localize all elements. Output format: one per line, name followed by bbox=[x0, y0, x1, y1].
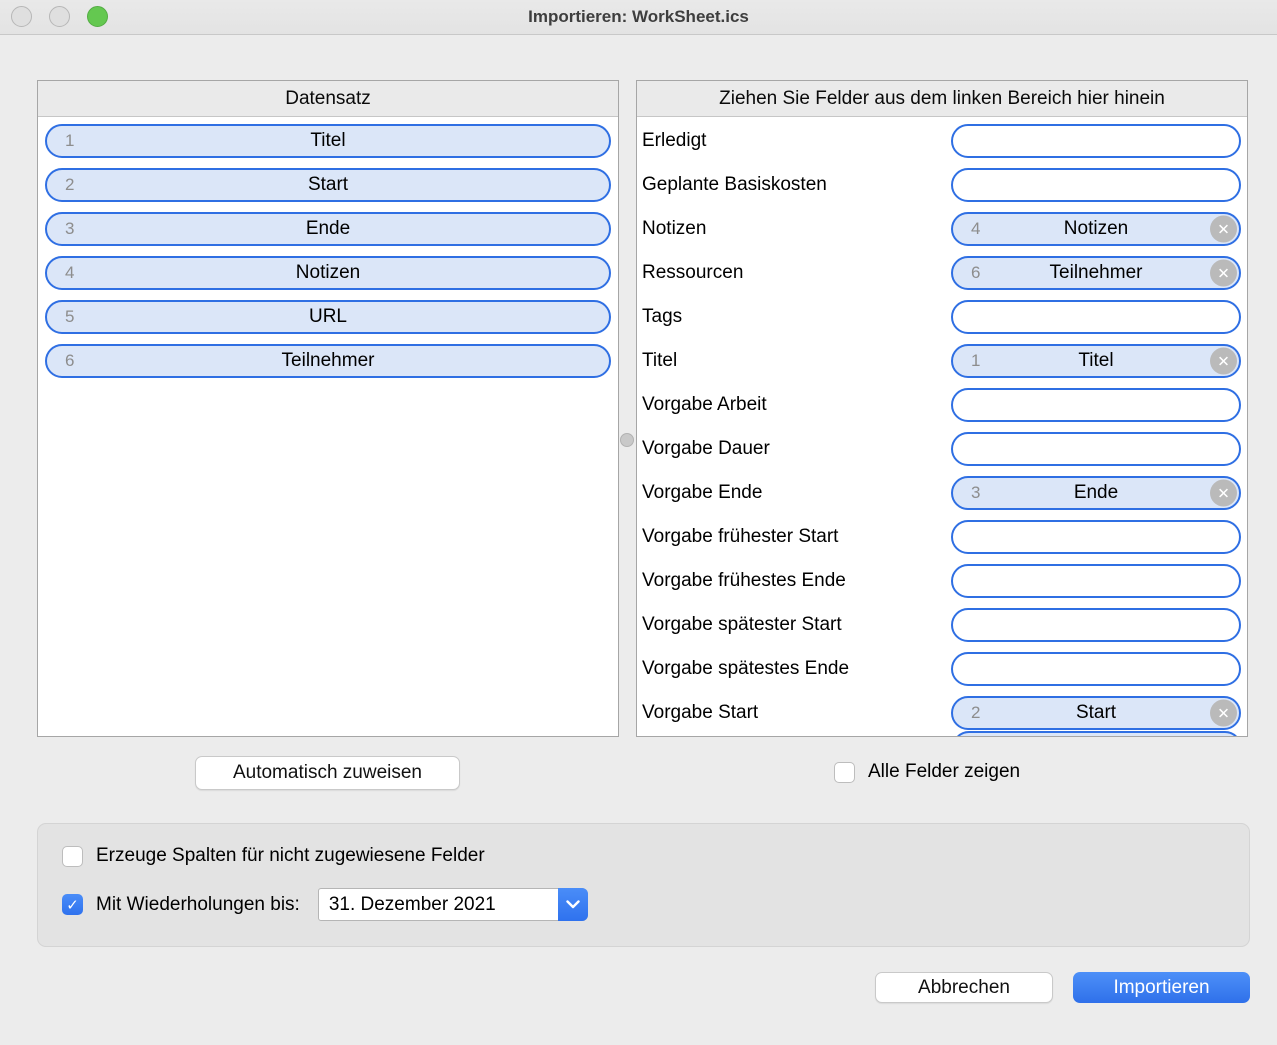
repetitions-label: Mit Wiederholungen bis: bbox=[96, 894, 300, 916]
create-columns-option: Erzeuge Spalten für nicht zugewiesene Fe… bbox=[62, 845, 485, 867]
x-icon: ✕ bbox=[1217, 264, 1230, 282]
target-panel-header: Ziehen Sie Felder aus dem linken Bereich… bbox=[637, 81, 1247, 117]
field-name: Start bbox=[47, 174, 609, 196]
field-row: Vorgabe frühestes Ende bbox=[637, 559, 1247, 603]
field-name: Notizen bbox=[953, 218, 1239, 240]
target-field-label: Vorgabe Start bbox=[642, 702, 758, 724]
field-row: Vorgabe Dauer bbox=[637, 427, 1247, 471]
assigned-field-pill[interactable]: 2 Start ✕ bbox=[951, 696, 1241, 730]
show-all-fields-option: Alle Felder zeigen bbox=[834, 761, 1020, 783]
field-name: Titel bbox=[47, 130, 609, 152]
empty-field-slot[interactable] bbox=[951, 124, 1241, 158]
repetitions-option: ✓ Mit Wiederholungen bis: 31. Dezember 2… bbox=[62, 888, 588, 921]
field-name: Ende bbox=[953, 482, 1239, 504]
target-field-label: Vorgabe Ende bbox=[642, 482, 762, 504]
field-name: URL bbox=[47, 306, 609, 328]
source-panel-header: Datensatz bbox=[38, 81, 618, 117]
target-field-label: Erledigt bbox=[642, 130, 706, 152]
x-icon: ✕ bbox=[1217, 484, 1230, 502]
target-field-label: Geplante Basiskosten bbox=[642, 174, 827, 196]
field-name: Start bbox=[953, 702, 1239, 724]
field-row: Notizen 4 Notizen ✕ bbox=[637, 207, 1247, 251]
source-fields-panel: Datensatz 1 Titel 2 Start 3 Ende 4 Notiz… bbox=[37, 80, 619, 737]
field-pill-partial[interactable] bbox=[952, 731, 1242, 737]
field-row: Vorgabe Start 2 Start ✕ bbox=[637, 691, 1247, 735]
auto-assign-button[interactable]: Automatisch zuweisen bbox=[195, 756, 460, 790]
field-row: Vorgabe Ende 3 Ende ✕ bbox=[637, 471, 1247, 515]
empty-field-slot[interactable] bbox=[951, 300, 1241, 334]
target-field-label: Vorgabe spätester Start bbox=[642, 614, 842, 636]
field-name: Ende bbox=[47, 218, 609, 240]
field-row: Vorgabe Arbeit bbox=[637, 383, 1247, 427]
source-field-pill[interactable]: 4 Notizen bbox=[45, 256, 611, 290]
assigned-field-pill[interactable]: 3 Ende ✕ bbox=[951, 476, 1241, 510]
field-row: Vorgabe spätester Start bbox=[637, 603, 1247, 647]
field-row: Erledigt bbox=[637, 119, 1247, 163]
show-all-fields-checkbox[interactable] bbox=[834, 762, 855, 783]
repetition-date-value: 31. Dezember 2021 bbox=[329, 894, 496, 916]
assigned-field-pill[interactable]: 4 Notizen ✕ bbox=[951, 212, 1241, 246]
field-row: Vorgabe spätestes Ende bbox=[637, 647, 1247, 691]
x-icon: ✕ bbox=[1217, 704, 1230, 722]
assigned-field-pill[interactable]: 1 Titel ✕ bbox=[951, 344, 1241, 378]
target-field-label: Notizen bbox=[642, 218, 706, 240]
window-title: Importieren: WorkSheet.ics bbox=[0, 0, 1277, 34]
source-field-pill[interactable]: 6 Teilnehmer bbox=[45, 344, 611, 378]
source-field-pill[interactable]: 1 Titel bbox=[45, 124, 611, 158]
remove-assignment-button[interactable]: ✕ bbox=[1210, 216, 1237, 243]
x-icon: ✕ bbox=[1217, 220, 1230, 238]
source-field-pill[interactable]: 5 URL bbox=[45, 300, 611, 334]
create-columns-checkbox[interactable] bbox=[62, 846, 83, 867]
target-field-label: Vorgabe spätestes Ende bbox=[642, 658, 849, 680]
repetitions-checkbox[interactable]: ✓ bbox=[62, 894, 83, 915]
repetition-date-dropdown[interactable]: 31. Dezember 2021 bbox=[318, 888, 588, 921]
source-field-pill[interactable]: 3 Ende bbox=[45, 212, 611, 246]
source-field-pill[interactable]: 2 Start bbox=[45, 168, 611, 202]
show-all-fields-label: Alle Felder zeigen bbox=[868, 761, 1020, 783]
cancel-button[interactable]: Abbrechen bbox=[875, 972, 1053, 1003]
assigned-field-pill[interactable]: 6 Teilnehmer ✕ bbox=[951, 256, 1241, 290]
import-button[interactable]: Importieren bbox=[1073, 972, 1250, 1003]
empty-field-slot[interactable] bbox=[951, 168, 1241, 202]
target-fields-panel: Ziehen Sie Felder aus dem linken Bereich… bbox=[636, 80, 1248, 737]
import-options-box: Erzeuge Spalten für nicht zugewiesene Fe… bbox=[37, 823, 1250, 947]
remove-assignment-button[interactable]: ✕ bbox=[1210, 260, 1237, 287]
target-field-label: Tags bbox=[642, 306, 682, 328]
field-row: Ressourcen 6 Teilnehmer ✕ bbox=[637, 251, 1247, 295]
check-icon: ✓ bbox=[66, 896, 79, 914]
chevron-down-icon bbox=[558, 888, 588, 921]
field-name: Titel bbox=[953, 350, 1239, 372]
field-name: Teilnehmer bbox=[953, 262, 1239, 284]
remove-assignment-button[interactable]: ✕ bbox=[1210, 700, 1237, 727]
x-icon: ✕ bbox=[1217, 352, 1230, 370]
remove-assignment-button[interactable]: ✕ bbox=[1210, 348, 1237, 375]
target-field-label: Vorgabe frühester Start bbox=[642, 526, 838, 548]
field-row: Vorgabe frühester Start bbox=[637, 515, 1247, 559]
empty-field-slot[interactable] bbox=[951, 432, 1241, 466]
field-name: Notizen bbox=[47, 262, 609, 284]
target-field-label: Titel bbox=[642, 350, 677, 372]
target-field-label: Vorgabe Dauer bbox=[642, 438, 770, 460]
target-field-list: Erledigt Geplante Basiskosten Notizen 4 … bbox=[637, 117, 1247, 735]
field-row: Titel 1 Titel ✕ bbox=[637, 339, 1247, 383]
empty-field-slot[interactable] bbox=[951, 520, 1241, 554]
field-name: Teilnehmer bbox=[47, 350, 609, 372]
remove-assignment-button[interactable]: ✕ bbox=[1210, 480, 1237, 507]
splitter-handle[interactable] bbox=[620, 433, 634, 447]
empty-field-slot[interactable] bbox=[951, 652, 1241, 686]
field-row: Tags bbox=[637, 295, 1247, 339]
target-field-label: Vorgabe Arbeit bbox=[642, 394, 767, 416]
empty-field-slot[interactable] bbox=[951, 388, 1241, 422]
create-columns-label: Erzeuge Spalten für nicht zugewiesene Fe… bbox=[96, 845, 485, 867]
target-field-label: Ressourcen bbox=[642, 262, 743, 284]
titlebar: Importieren: WorkSheet.ics bbox=[0, 0, 1277, 35]
empty-field-slot[interactable] bbox=[951, 608, 1241, 642]
empty-field-slot[interactable] bbox=[951, 564, 1241, 598]
target-field-label: Vorgabe frühestes Ende bbox=[642, 570, 846, 592]
field-row: Geplante Basiskosten bbox=[637, 163, 1247, 207]
source-field-list: 1 Titel 2 Start 3 Ende 4 Notizen 5 URL 6… bbox=[38, 117, 618, 378]
